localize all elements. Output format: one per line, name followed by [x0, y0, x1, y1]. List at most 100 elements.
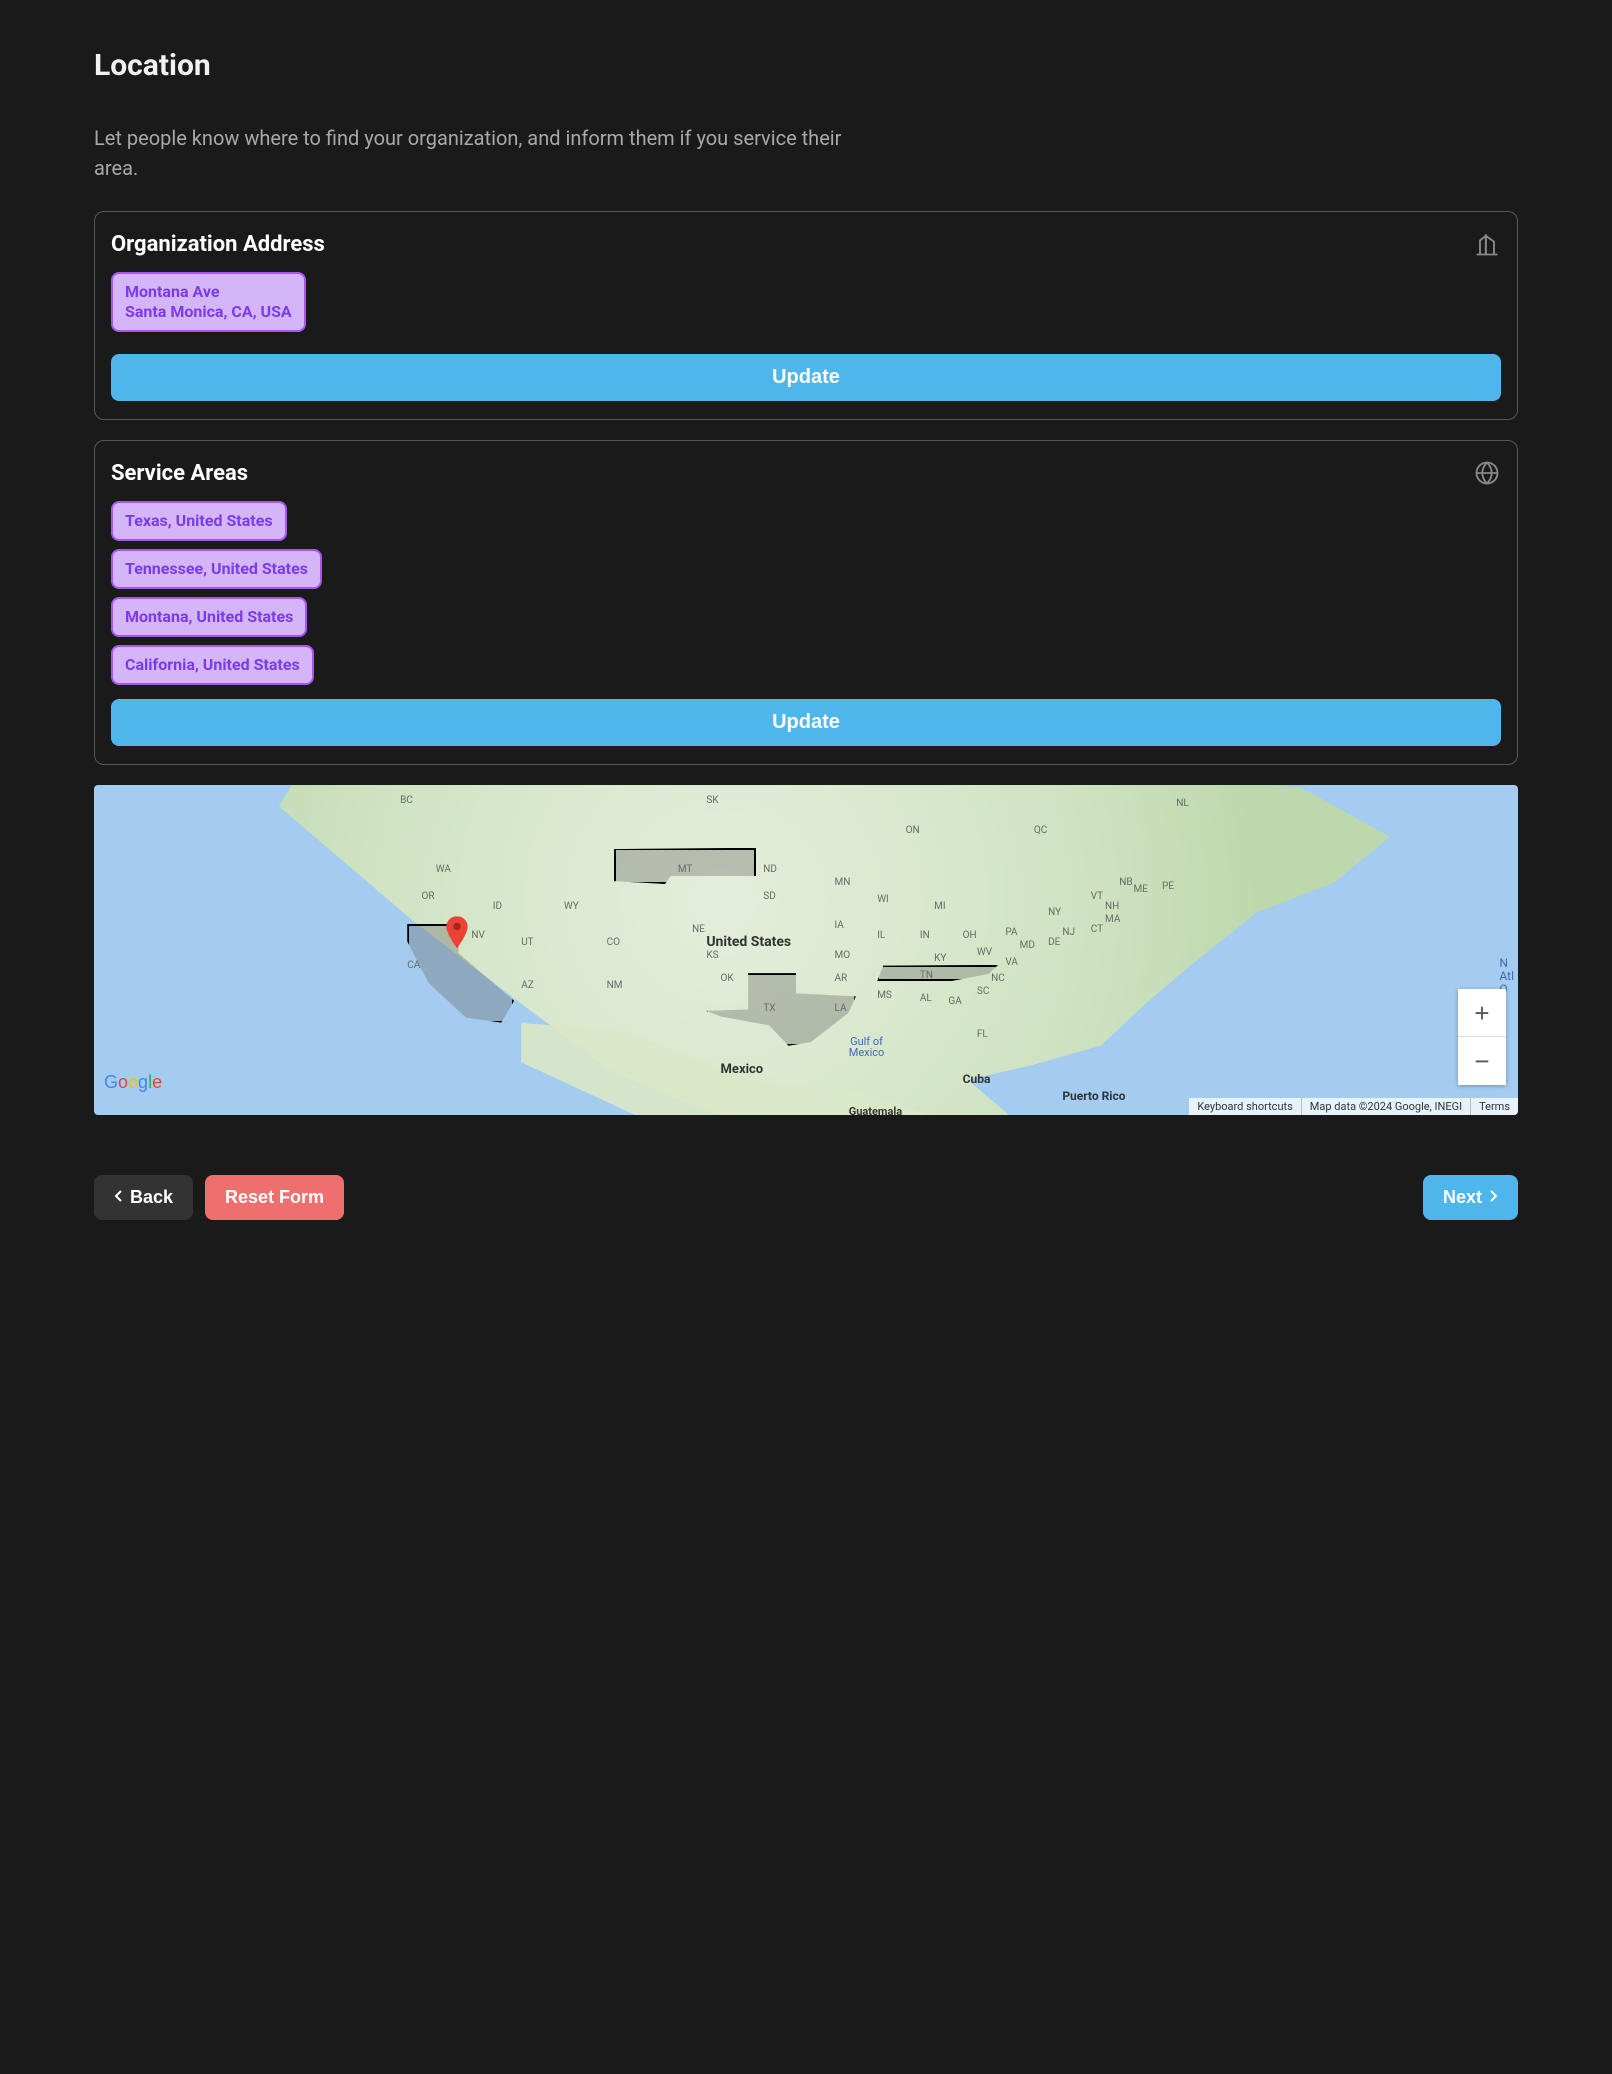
- map-lbl: IA: [834, 920, 843, 931]
- map-lbl: ND: [763, 864, 777, 875]
- map-lbl: SC: [977, 986, 989, 997]
- map-lbl: CT: [1091, 924, 1103, 935]
- map-lbl: OH: [963, 930, 977, 941]
- map-lbl-on: ON: [906, 825, 920, 836]
- map-lbl: VA: [1005, 957, 1018, 968]
- map-lbl: NH: [1105, 901, 1119, 912]
- map-lbl: TX: [763, 1003, 775, 1014]
- google-logo: Google: [104, 1072, 162, 1093]
- map-label-cuba: Cuba: [963, 1072, 991, 1086]
- map-lbl: WY: [564, 901, 579, 912]
- map-lbl: NJ: [1062, 927, 1075, 938]
- map-lbl: MA: [1105, 914, 1120, 925]
- map-lbl: AR: [834, 973, 847, 984]
- page-description: Let people know where to find your organ…: [94, 123, 874, 183]
- map-label-us: United States: [706, 934, 791, 950]
- map-lbl: AL: [920, 993, 932, 1004]
- address-chip[interactable]: Montana AveSanta Monica, CA, USA: [111, 272, 306, 332]
- map-lbl-nl: NL: [1176, 798, 1189, 809]
- map-lbl: VT: [1091, 891, 1103, 902]
- service-areas-title: Service Areas: [111, 461, 248, 486]
- map-lbl: MN: [834, 877, 850, 888]
- reset-label: Reset Form: [225, 1187, 324, 1208]
- back-button[interactable]: Back: [94, 1175, 193, 1220]
- map-lbl: MD: [1020, 940, 1035, 951]
- map-lbl: KY: [934, 953, 946, 964]
- map-lbl: WA: [436, 864, 451, 875]
- map-lbl: FL: [977, 1029, 988, 1040]
- wizard-footer: Back Reset Form Next: [94, 1175, 1518, 1220]
- map-marker-icon: [446, 916, 468, 948]
- update-address-button[interactable]: Update: [111, 354, 1501, 401]
- map-lbl: MS: [877, 990, 892, 1001]
- next-label: Next: [1443, 1187, 1482, 1208]
- map-label-guatemala: Guatemala: [849, 1105, 902, 1115]
- map-footer: Keyboard shortcuts Map data ©2024 Google…: [1189, 1098, 1518, 1115]
- keyboard-shortcuts-link[interactable]: Keyboard shortcuts: [1189, 1098, 1300, 1115]
- map-lbl: NM: [607, 980, 623, 991]
- zoom-in-button[interactable]: +: [1458, 989, 1506, 1037]
- map-lbl: OR: [422, 891, 435, 902]
- map-lbl: NY: [1048, 907, 1061, 918]
- map-lbl: UT: [521, 937, 533, 948]
- back-label: Back: [130, 1187, 173, 1208]
- service-area-chip[interactable]: California, United States: [111, 645, 314, 685]
- map-lbl: TN: [920, 970, 933, 981]
- map-lbl: WI: [877, 894, 889, 905]
- map-lbl: CO: [607, 937, 620, 948]
- map-lbl-nb: NB: [1119, 877, 1132, 888]
- map-lbl: DE: [1048, 937, 1060, 948]
- map-attribution: Map data ©2024 Google, INEGI: [1301, 1098, 1470, 1115]
- building-icon: [1473, 230, 1501, 258]
- map-lbl: MT: [678, 864, 693, 875]
- map-terms-link[interactable]: Terms: [1470, 1098, 1518, 1115]
- globe-icon: [1473, 459, 1501, 487]
- card-header: Organization Address: [111, 230, 1501, 258]
- next-button[interactable]: Next: [1423, 1175, 1518, 1220]
- map-lbl: GA: [948, 996, 961, 1007]
- map-lbl: MO: [834, 950, 850, 961]
- update-service-areas-button[interactable]: Update: [111, 699, 1501, 746]
- organization-address-card: Organization Address Montana AveSanta Mo…: [94, 211, 1518, 420]
- address-line2: Santa Monica, CA, USA: [125, 302, 292, 321]
- map[interactable]: United States Mexico Cuba Puerto Rico Gu…: [94, 785, 1518, 1115]
- map-lbl-sk: SK: [706, 795, 718, 806]
- chevron-right-icon: [1488, 1187, 1498, 1208]
- map-lbl: LA: [834, 1003, 846, 1014]
- map-lbl: PA: [1005, 927, 1017, 938]
- map-lbl: WV: [977, 947, 992, 958]
- service-areas-card: Service Areas Texas, United States Tenne…: [94, 440, 1518, 765]
- map-lbl: IN: [920, 930, 930, 941]
- map-label-puerto-rico: Puerto Rico: [1062, 1089, 1125, 1103]
- chevron-left-icon: [114, 1187, 124, 1208]
- service-area-chip[interactable]: Texas, United States: [111, 501, 287, 541]
- map-lbl: IL: [877, 930, 885, 941]
- map-lbl: ME: [1134, 884, 1148, 895]
- map-lbl: OK: [721, 973, 734, 984]
- map-lbl: SD: [763, 891, 776, 902]
- map-lbl-bc: BC: [400, 795, 413, 806]
- map-lbl: KS: [706, 950, 718, 961]
- map-lbl-pe: PE: [1162, 881, 1174, 892]
- reset-form-button[interactable]: Reset Form: [205, 1175, 344, 1220]
- zoom-out-button[interactable]: −: [1458, 1037, 1506, 1085]
- map-terrain: [94, 785, 1518, 1115]
- service-area-chip-list: Texas, United States Tennessee, United S…: [111, 501, 1501, 685]
- map-label-gulf: Gulf ofMexico: [849, 1036, 885, 1058]
- map-lbl: NC: [991, 973, 1005, 984]
- map-label-mexico: Mexico: [721, 1062, 764, 1077]
- map-lbl: CA: [407, 960, 420, 971]
- service-area-chip[interactable]: Montana, United States: [111, 597, 307, 637]
- map-zoom-control: + −: [1458, 989, 1506, 1085]
- page-title: Location: [94, 48, 1518, 83]
- map-lbl: NV: [471, 930, 485, 941]
- service-area-chip[interactable]: Tennessee, United States: [111, 549, 322, 589]
- organization-address-title: Organization Address: [111, 232, 325, 257]
- map-lbl-qc: QC: [1034, 825, 1047, 836]
- card-header: Service Areas: [111, 459, 1501, 487]
- address-line1: Montana Ave: [125, 282, 220, 301]
- map-lbl: AZ: [521, 980, 534, 991]
- map-lbl: NE: [692, 924, 705, 935]
- map-lbl: ID: [493, 901, 502, 912]
- map-lbl: MI: [934, 901, 945, 912]
